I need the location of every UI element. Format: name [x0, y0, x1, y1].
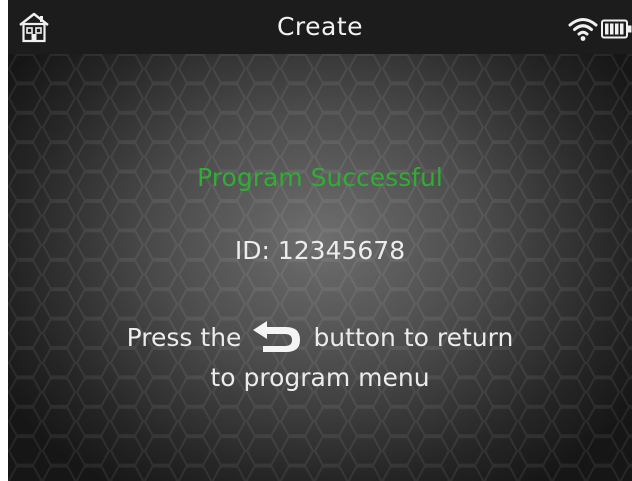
device-id: ID: 12345678 — [234, 236, 406, 265]
page-title: Create — [276, 12, 364, 41]
status-message: Program Successful — [197, 163, 443, 192]
instruction-text-after: button to return — [313, 323, 514, 352]
instruction-line-2: to program menu — [210, 363, 430, 392]
back-arrow-icon — [253, 321, 301, 352]
wifi-icon — [568, 18, 598, 41]
device-screen: Create Program Successful ID: 12345678 P… — [8, 0, 632, 481]
top-bar: Create — [8, 0, 632, 54]
instruction-text-before: Press the — [126, 323, 242, 352]
battery-icon — [601, 19, 632, 39]
return-instruction: Press the button to return to program me… — [8, 318, 632, 398]
instruction-line-1: Press the button to return — [8, 318, 632, 358]
